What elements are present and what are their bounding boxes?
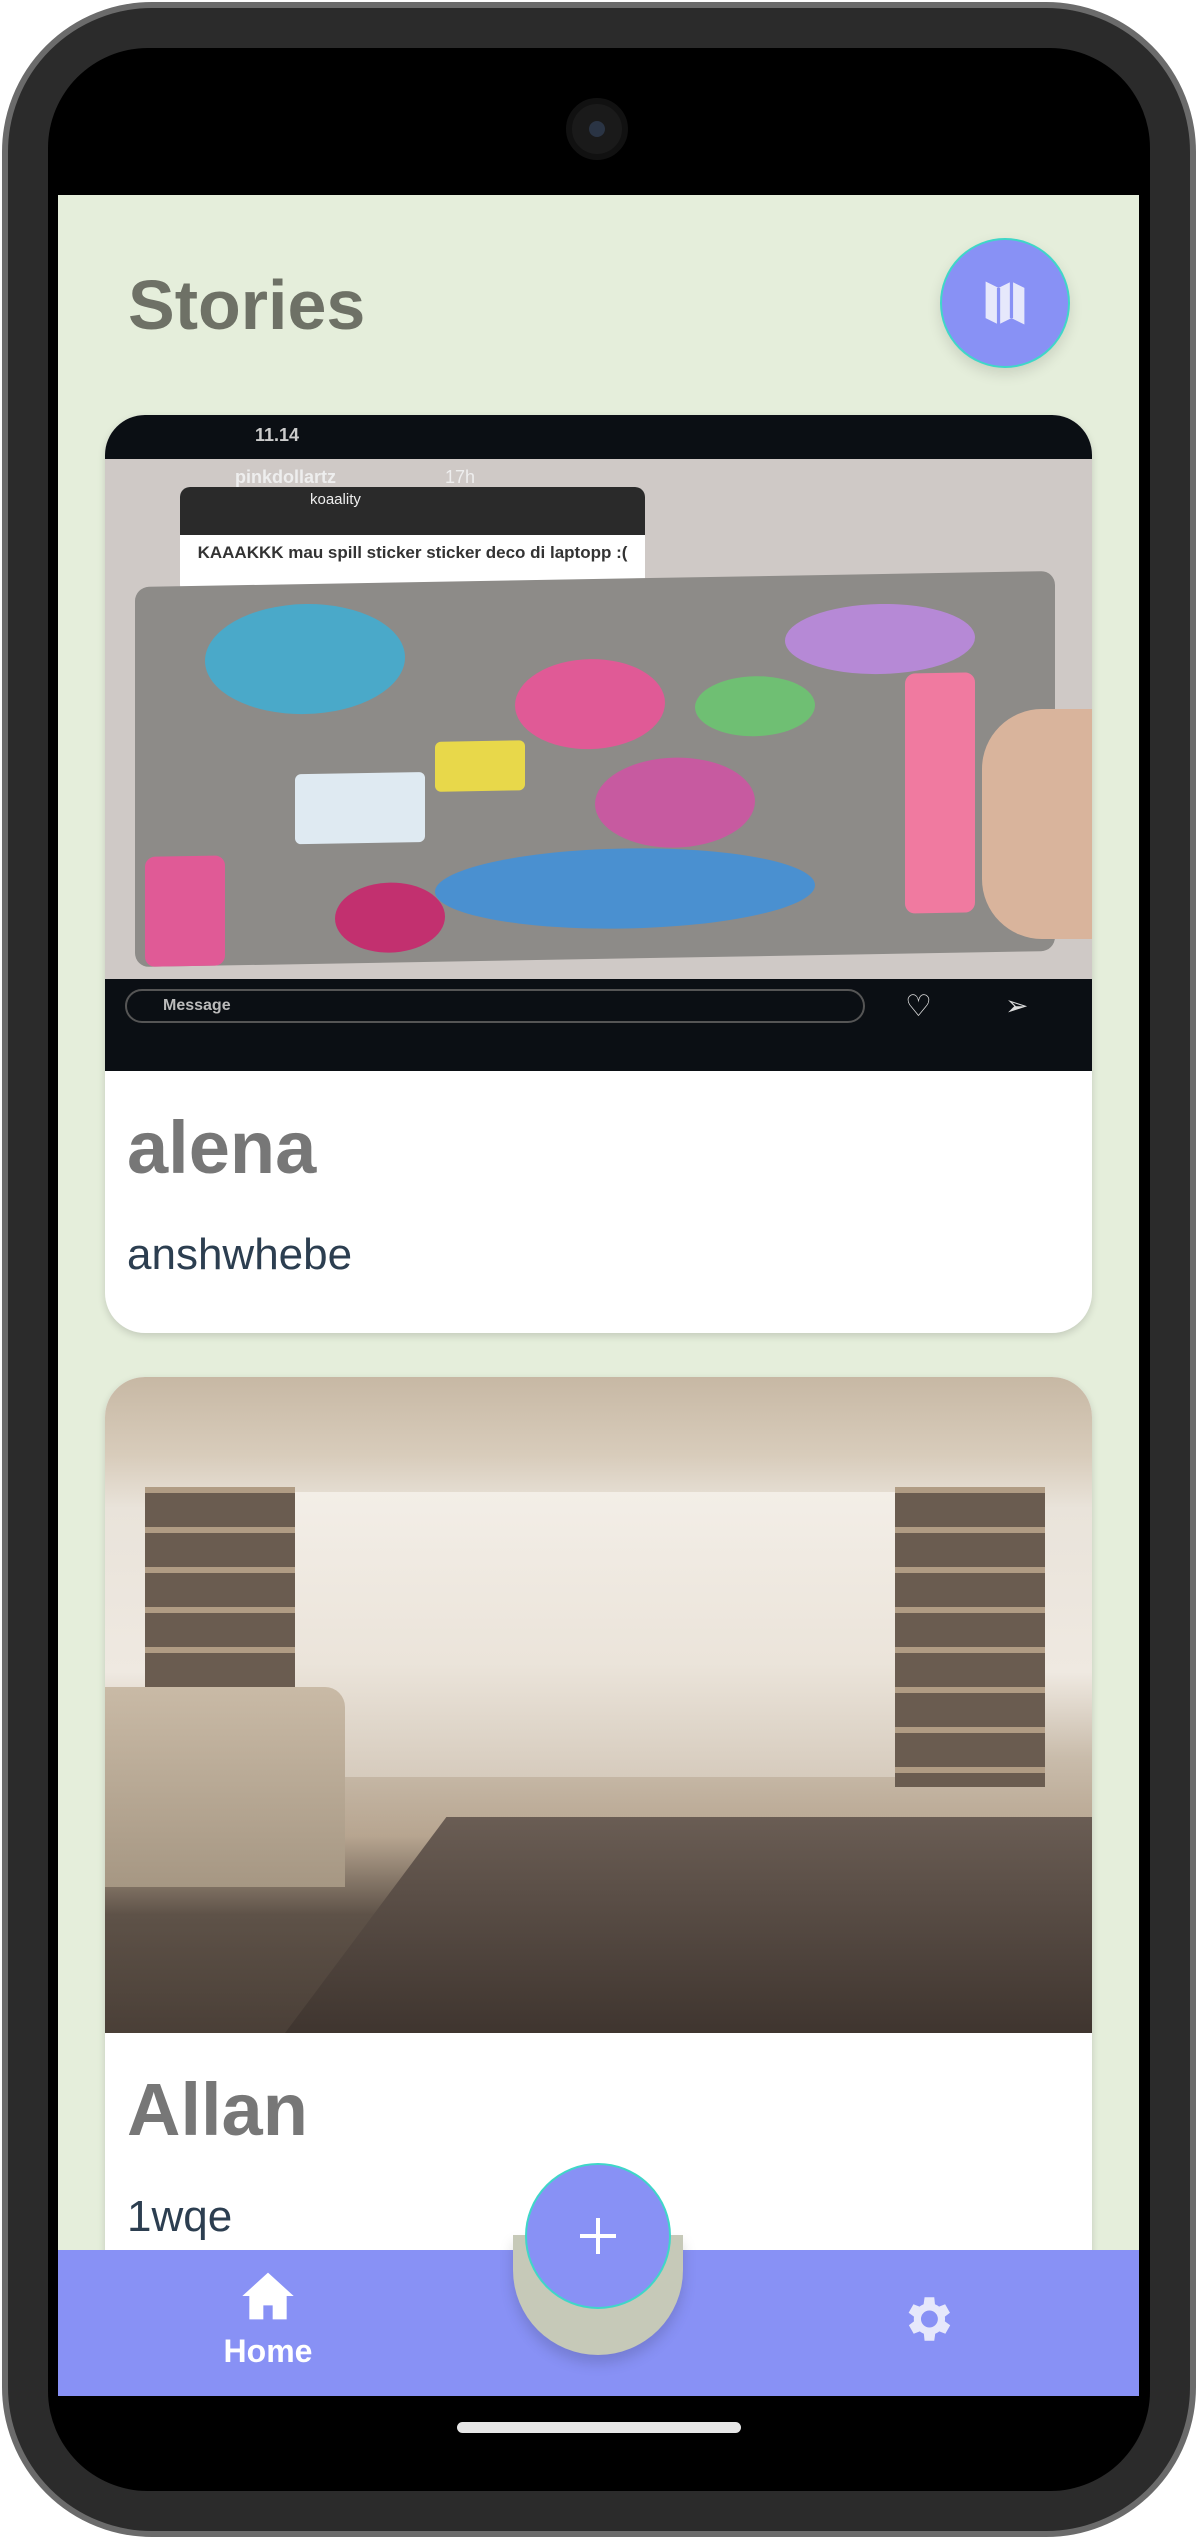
nav-home[interactable]: Home [208,2270,328,2370]
story-name: Allan [127,2068,308,2151]
image-window [290,1492,910,1777]
story-description: anshwhebe [127,1230,353,1279]
add-story-button[interactable] [525,2163,671,2309]
image-rug [285,1817,1092,2033]
map-icon [985,281,1025,325]
gear-icon [908,2297,951,2341]
story-name: alena [127,1106,317,1189]
app-screen: Stories 11.14 pinkdollartz 17h koaality … [58,195,1139,2396]
home-indicator[interactable] [457,2422,741,2433]
image-sofa [105,1687,345,1887]
image-caption: KAAAKKK mau spill sticker sticker deco d… [197,543,628,562]
image-shelf [895,1487,1045,1787]
image-send-icon: ➢ [1005,990,1029,1021]
image-username: pinkdollartz [235,467,337,487]
story-image [105,1377,1092,2033]
image-heart-icon: ♡ [905,990,932,1023]
image-question-user: koaality [180,487,645,535]
story-description: 1wqe [127,2192,233,2241]
story-image: 11.14 pinkdollartz 17h koaality KAAAKKK … [105,415,1092,1071]
nav-settings[interactable] [898,2290,956,2353]
image-status-time: 11.14 [255,425,300,445]
plus-icon [580,2218,616,2254]
image-age: 17h [445,467,476,487]
page-title: Stories [128,266,366,344]
front-camera [566,98,628,160]
image-message-field: Message [125,989,865,1023]
image-laptop [135,570,1055,968]
home-icon [242,2272,294,2320]
map-button[interactable] [940,238,1070,368]
nav-home-label: Home [223,2333,313,2369]
story-card[interactable]: 11.14 pinkdollartz 17h koaality KAAAKKK … [105,415,1092,1333]
image-hand [982,709,1092,939]
